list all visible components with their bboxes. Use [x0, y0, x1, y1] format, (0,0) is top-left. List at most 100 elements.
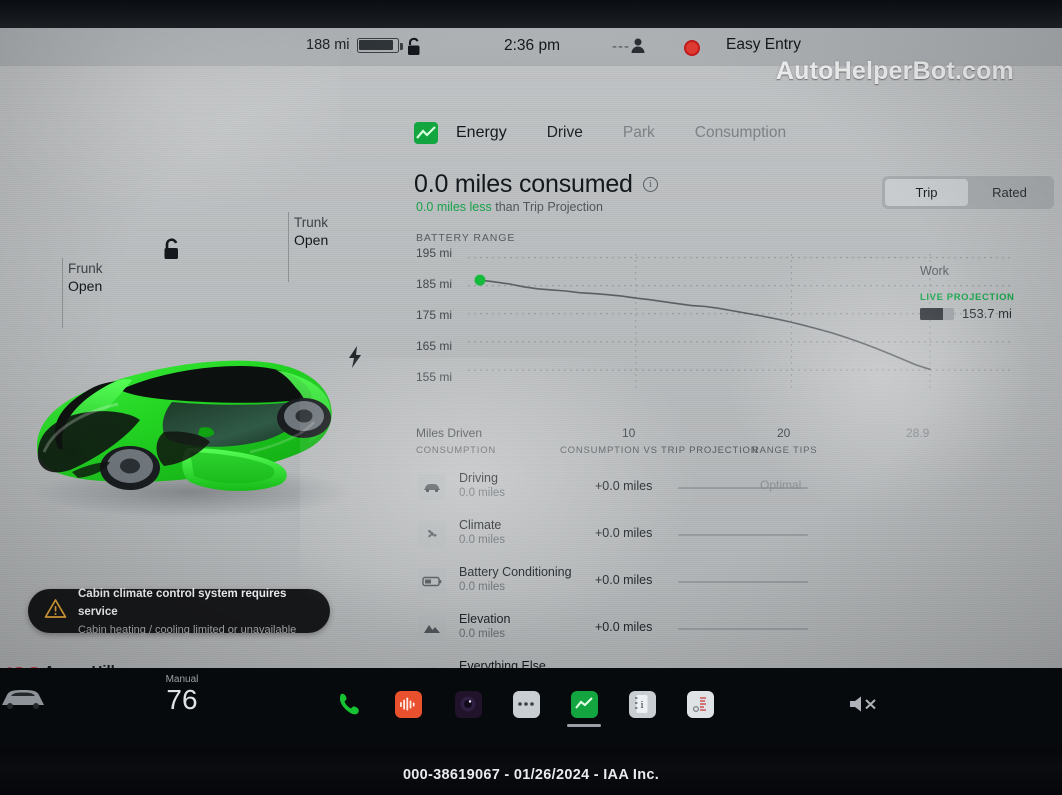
toggle-option-rated[interactable]: Rated: [968, 179, 1051, 206]
battery-icon: [920, 307, 954, 320]
more-dots-icon[interactable]: [508, 686, 544, 722]
vehicle-image[interactable]: [14, 306, 372, 524]
vehicle-visualization-pane: Frunk Open Trunk Open Cabin climate cont…: [0, 66, 400, 668]
tab-drive[interactable]: Drive: [547, 124, 583, 142]
row-value: 0.0 miles: [459, 628, 506, 640]
list-item[interactable]: Elevation 0.0 miles +0.0 miles: [400, 607, 1062, 654]
climate-control-button[interactable]: Manual 76: [148, 674, 216, 714]
list-item[interactable]: Everything Else 0.0 miles +0.0 miles: [400, 654, 1062, 668]
row-value: 0.0 miles: [459, 581, 506, 593]
row-name: Battery Conditioning: [459, 565, 572, 579]
phone-icon[interactable]: [330, 686, 366, 722]
frunk-label: Frunk: [68, 261, 103, 276]
alert-detail: Cabin heating / cooling limited or unava…: [78, 624, 297, 636]
screenshot-root: 188 mi 2:36 pm --- Easy Entry AutoHelper…: [0, 0, 1062, 795]
driver-profile-button[interactable]: Easy Entry: [726, 36, 801, 54]
mute-icon[interactable]: [846, 686, 882, 722]
battery-range-chart[interactable]: 195 mi 185 mi 175 mi 165 mi 155 mi: [400, 244, 1062, 424]
projection-delta-suffix: than Trip Projection: [495, 200, 603, 214]
column-header-range-tips: RANGE TIPS: [752, 445, 818, 456]
destination-label: Work: [920, 264, 949, 278]
row-delta: +0.0 miles: [595, 620, 653, 634]
trip-rated-toggle[interactable]: Trip Rated: [882, 176, 1054, 209]
projection-delta: 0.0 miles less: [416, 200, 492, 214]
column-header-consumption: CONSUMPTION: [416, 445, 497, 456]
warning-triangle-icon: [44, 598, 67, 624]
trunk-callout[interactable]: Trunk Open: [294, 215, 328, 249]
consumption-list: Driving 0.0 miles +0.0 miles Optimal Cli…: [400, 466, 1062, 668]
live-projection-readout: 153.7 mi: [920, 306, 1012, 321]
column-header-vs-projection: CONSUMPTION VS TRIP PROJECTION: [560, 445, 759, 456]
miles-consumed-value: 0.0 miles consumed: [414, 170, 633, 198]
unlocked-padlock-icon[interactable]: [404, 36, 424, 62]
tab-park[interactable]: Park: [623, 124, 655, 142]
trunk-label: Trunk: [294, 215, 329, 230]
range-value: 188 mi: [306, 37, 350, 53]
record-dot-icon[interactable]: [684, 40, 700, 56]
tuner-app-icon[interactable]: [682, 686, 718, 722]
x-axis-label: Miles Driven: [416, 426, 483, 440]
projection-subline: 0.0 miles less than Trip Projection: [416, 200, 603, 214]
info-circle-icon[interactable]: i: [642, 177, 658, 192]
camera-app-icon[interactable]: [450, 686, 486, 722]
range-tip: Optimal: [760, 478, 802, 492]
range-indicator[interactable]: 188 mi: [306, 37, 403, 53]
page-title: 0.0 miles consumed i: [414, 170, 658, 199]
active-app-indicator: [567, 724, 601, 727]
toggle-option-trip[interactable]: Trip: [885, 179, 968, 206]
trunk-state: Open: [294, 231, 329, 248]
row-delta: +0.0 miles: [595, 526, 653, 540]
row-bar-track: [678, 628, 808, 630]
unlocked-padlock-icon[interactable]: [160, 236, 184, 267]
tab-consumption[interactable]: Consumption: [695, 124, 786, 142]
x-tick-label: 28.9: [906, 426, 930, 440]
car-controls-button[interactable]: [0, 686, 48, 717]
row-name: Driving: [459, 471, 498, 485]
chart-title: BATTERY RANGE: [416, 232, 516, 244]
bottom-toolbar: Manual 76 i: [0, 668, 1062, 747]
live-projection-value: 153.7 mi: [962, 306, 1012, 321]
frunk-callout[interactable]: Frunk Open: [68, 261, 103, 295]
charge-bolt-icon: [348, 346, 362, 374]
energy-graph-icon: [414, 122, 438, 144]
car-icon: [418, 474, 446, 500]
battery-icon: [356, 37, 403, 53]
driver-profile-label: Easy Entry: [726, 36, 801, 53]
live-projection-label: LIVE PROJECTION: [920, 292, 1015, 303]
svg-text:i: i: [640, 699, 643, 711]
climate-temperature: 76: [166, 684, 198, 715]
row-name: Climate: [459, 518, 502, 532]
energy-app-icon[interactable]: [566, 686, 602, 722]
clock[interactable]: 2:36 pm: [504, 37, 560, 55]
row-bar-track: [678, 534, 808, 536]
trunk-leader-line: [288, 212, 289, 282]
row-name: Elevation: [459, 612, 511, 626]
info-card-icon[interactable]: i: [624, 686, 660, 722]
list-item[interactable]: Battery Conditioning 0.0 miles +0.0 mile…: [400, 560, 1062, 607]
device-bezel-top: [0, 0, 1062, 28]
x-tick-label: 20: [777, 426, 791, 440]
row-delta: +0.0 miles: [595, 573, 653, 587]
row-value: 0.0 miles: [459, 487, 506, 499]
battery-icon: [418, 568, 446, 594]
person-icon: [630, 37, 646, 59]
list-item[interactable]: Driving 0.0 miles +0.0 miles Optimal: [400, 466, 1062, 513]
fan-icon: [418, 521, 446, 547]
energy-tabbar: Energy Drive Park Consumption: [414, 122, 786, 144]
row-name: Everything Else: [459, 659, 546, 668]
row-value: 0.0 miles: [459, 534, 506, 546]
alert-title: Cabin climate control system requires se…: [78, 588, 287, 618]
row-delta: +0.0 miles: [595, 479, 653, 493]
list-item[interactable]: Climate 0.0 miles +0.0 miles: [400, 513, 1062, 560]
outside-temperature: ---: [612, 38, 630, 55]
chart-plot-area: [468, 254, 1010, 390]
vehicle-alert-toast[interactable]: Cabin climate control system requires se…: [28, 588, 330, 636]
auction-caption: 000-38619067 - 01/26/2024 - IAA Inc.: [402, 767, 660, 783]
mountain-icon: [418, 615, 446, 641]
row-bar-track: [678, 581, 808, 583]
x-tick-label: 10: [622, 426, 636, 440]
energy-app-title: Energy: [456, 124, 507, 141]
media-app-icon[interactable]: [390, 686, 426, 722]
frunk-state: Open: [68, 277, 103, 294]
tesla-center-display: 188 mi 2:36 pm --- Easy Entry AutoHelper…: [0, 28, 1062, 668]
